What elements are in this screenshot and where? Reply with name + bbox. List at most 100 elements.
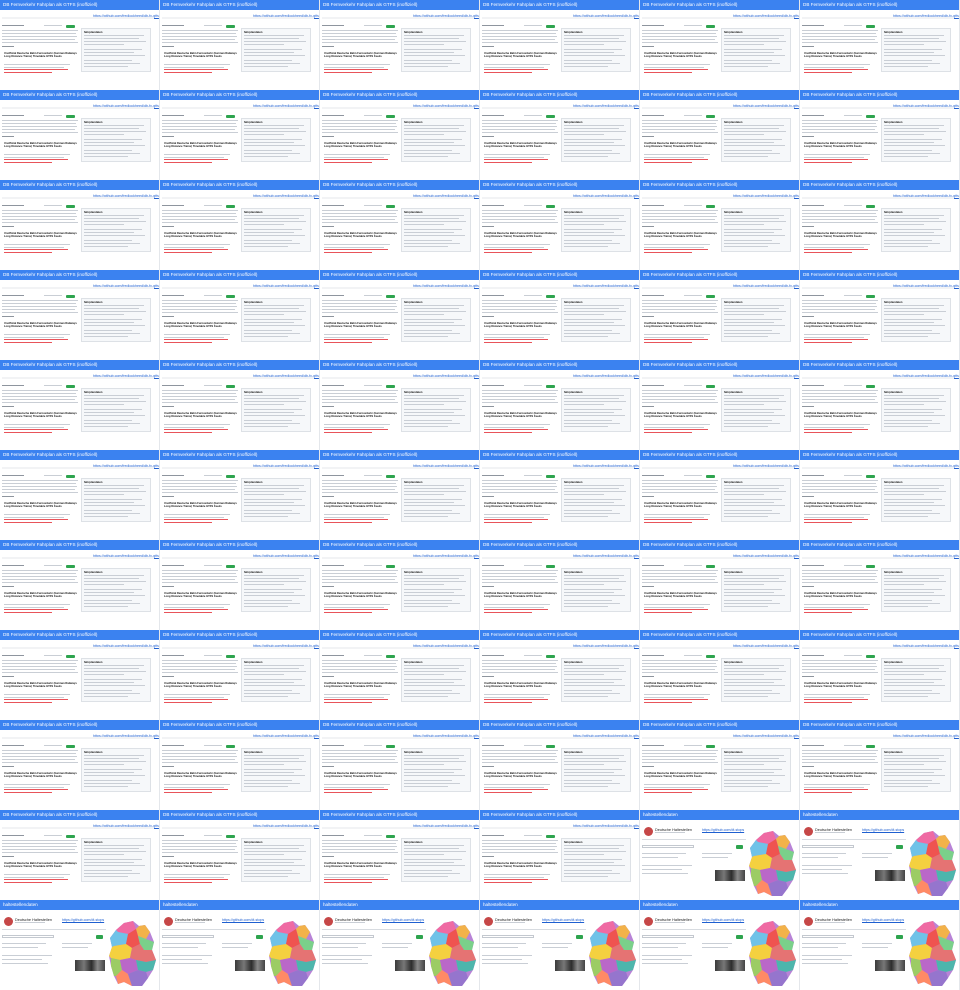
code-button[interactable] — [546, 25, 555, 28]
repo-preview-card[interactable]: DB Fernverkehr Fahrplan als GTFS (inoffi… — [160, 540, 320, 630]
org-link[interactable]: https://github.com/dt-stops — [222, 918, 264, 922]
card-title[interactable]: DB Fernverkehr Fahrplan als GTFS (inoffi… — [160, 180, 319, 190]
card-title[interactable]: DB Fernverkehr Fahrplan als GTFS (inoffi… — [800, 90, 959, 100]
card-title[interactable]: DB Fernverkehr Fahrplan als GTFS (inoffi… — [160, 450, 319, 460]
code-button[interactable] — [866, 295, 875, 298]
code-button[interactable] — [866, 385, 875, 388]
card-title[interactable]: haltestellendaten — [480, 900, 639, 910]
repo-preview-card[interactable]: DB Fernverkehr Fahrplan als GTFS (inoffi… — [0, 0, 160, 90]
code-button[interactable] — [706, 745, 715, 748]
repo-preview-card[interactable]: DB Fernverkehr Fahrplan als GTFS (inoffi… — [640, 720, 800, 810]
code-button[interactable] — [866, 745, 875, 748]
card-title[interactable]: DB Fernverkehr Fahrplan als GTFS (inoffi… — [480, 180, 639, 190]
card-title[interactable]: DB Fernverkehr Fahrplan als GTFS (inoffi… — [160, 720, 319, 730]
card-title[interactable]: DB Fernverkehr Fahrplan als GTFS (inoffi… — [0, 90, 159, 100]
code-button[interactable] — [866, 25, 875, 28]
card-title[interactable]: DB Fernverkehr Fahrplan als GTFS (inoffi… — [320, 540, 479, 550]
card-title[interactable]: DB Fernverkehr Fahrplan als GTFS (inoffi… — [480, 630, 639, 640]
code-button[interactable] — [66, 475, 75, 478]
card-title[interactable]: DB Fernverkehr Fahrplan als GTFS (inoffi… — [640, 0, 799, 10]
repo-preview-card[interactable]: DB Fernverkehr Fahrplan als GTFS (inoffi… — [160, 450, 320, 540]
card-title[interactable]: DB Fernverkehr Fahrplan als GTFS (inoffi… — [320, 270, 479, 280]
code-button[interactable] — [546, 475, 555, 478]
card-title[interactable]: DB Fernverkehr Fahrplan als GTFS (inoffi… — [0, 630, 159, 640]
repo-preview-card[interactable]: DB Fernverkehr Fahrplan als GTFS (inoffi… — [160, 0, 320, 90]
org-link[interactable]: https://github.com/dt-stops — [702, 828, 744, 832]
org-link[interactable]: https://github.com/dt-stops — [862, 918, 904, 922]
code-button[interactable] — [866, 115, 875, 118]
repo-preview-card[interactable]: DB Fernverkehr Fahrplan als GTFS (inoffi… — [320, 450, 480, 540]
code-button[interactable] — [386, 115, 395, 118]
card-title[interactable]: DB Fernverkehr Fahrplan als GTFS (inoffi… — [160, 360, 319, 370]
card-title[interactable]: DB Fernverkehr Fahrplan als GTFS (inoffi… — [160, 90, 319, 100]
code-button[interactable] — [866, 205, 875, 208]
card-title[interactable]: DB Fernverkehr Fahrplan als GTFS (inoffi… — [320, 360, 479, 370]
org-link[interactable]: https://github.com/dt-stops — [542, 918, 584, 922]
org-preview-card[interactable]: haltestellendaten Deutsche Haltestellen … — [640, 810, 800, 900]
new-repo-button[interactable] — [896, 935, 903, 939]
card-title[interactable]: DB Fernverkehr Fahrplan als GTFS (inoffi… — [480, 540, 639, 550]
card-title[interactable]: DB Fernverkehr Fahrplan als GTFS (inoffi… — [480, 0, 639, 10]
code-button[interactable] — [706, 295, 715, 298]
code-button[interactable] — [66, 115, 75, 118]
repo-preview-card[interactable]: DB Fernverkehr Fahrplan als GTFS (inoffi… — [0, 450, 160, 540]
card-title[interactable]: DB Fernverkehr Fahrplan als GTFS (inoffi… — [320, 810, 479, 820]
card-title[interactable]: DB Fernverkehr Fahrplan als GTFS (inoffi… — [160, 270, 319, 280]
code-button[interactable] — [706, 115, 715, 118]
code-button[interactable] — [546, 565, 555, 568]
repo-preview-card[interactable]: DB Fernverkehr Fahrplan als GTFS (inoffi… — [640, 0, 800, 90]
code-button[interactable] — [706, 25, 715, 28]
card-title[interactable]: DB Fernverkehr Fahrplan als GTFS (inoffi… — [800, 360, 959, 370]
repo-preview-card[interactable]: DB Fernverkehr Fahrplan als GTFS (inoffi… — [160, 90, 320, 180]
repo-preview-card[interactable]: DB Fernverkehr Fahrplan als GTFS (inoffi… — [160, 630, 320, 720]
card-title[interactable]: DB Fernverkehr Fahrplan als GTFS (inoffi… — [640, 360, 799, 370]
repo-preview-card[interactable]: DB Fernverkehr Fahrplan als GTFS (inoffi… — [800, 180, 960, 270]
repo-search-input[interactable] — [322, 935, 374, 938]
repo-preview-card[interactable]: DB Fernverkehr Fahrplan als GTFS (inoffi… — [0, 540, 160, 630]
code-button[interactable] — [226, 295, 235, 298]
repo-preview-card[interactable]: DB Fernverkehr Fahrplan als GTFS (inoffi… — [800, 720, 960, 810]
repo-preview-card[interactable]: DB Fernverkehr Fahrplan als GTFS (inoffi… — [640, 90, 800, 180]
card-title[interactable]: DB Fernverkehr Fahrplan als GTFS (inoffi… — [640, 180, 799, 190]
org-preview-card[interactable]: haltestellendaten Deutsche Haltestellen … — [160, 900, 320, 990]
code-button[interactable] — [226, 475, 235, 478]
repo-search-input[interactable] — [482, 935, 534, 938]
card-title[interactable]: DB Fernverkehr Fahrplan als GTFS (inoffi… — [800, 630, 959, 640]
repo-preview-card[interactable]: DB Fernverkehr Fahrplan als GTFS (inoffi… — [320, 630, 480, 720]
repo-search-input[interactable] — [642, 935, 694, 938]
repo-preview-card[interactable]: DB Fernverkehr Fahrplan als GTFS (inoffi… — [0, 810, 160, 900]
repo-preview-card[interactable]: DB Fernverkehr Fahrplan als GTFS (inoffi… — [640, 360, 800, 450]
card-title[interactable]: DB Fernverkehr Fahrplan als GTFS (inoffi… — [0, 270, 159, 280]
code-button[interactable] — [386, 205, 395, 208]
card-title[interactable]: DB Fernverkehr Fahrplan als GTFS (inoffi… — [320, 90, 479, 100]
org-link[interactable]: https://github.com/dt-stops — [702, 918, 744, 922]
new-repo-button[interactable] — [416, 935, 423, 939]
repo-preview-card[interactable]: DB Fernverkehr Fahrplan als GTFS (inoffi… — [480, 540, 640, 630]
card-title[interactable]: DB Fernverkehr Fahrplan als GTFS (inoffi… — [640, 90, 799, 100]
code-button[interactable] — [546, 205, 555, 208]
card-title[interactable]: DB Fernverkehr Fahrplan als GTFS (inoffi… — [160, 810, 319, 820]
repo-preview-card[interactable]: DB Fernverkehr Fahrplan als GTFS (inoffi… — [0, 270, 160, 360]
card-title[interactable]: haltestellendaten — [0, 900, 159, 910]
org-preview-card[interactable]: haltestellendaten Deutsche Haltestellen … — [800, 900, 960, 990]
code-button[interactable] — [226, 565, 235, 568]
org-preview-card[interactable]: haltestellendaten Deutsche Haltestellen … — [640, 900, 800, 990]
repo-preview-card[interactable]: DB Fernverkehr Fahrplan als GTFS (inoffi… — [800, 0, 960, 90]
code-button[interactable] — [546, 655, 555, 658]
card-title[interactable]: DB Fernverkehr Fahrplan als GTFS (inoffi… — [0, 0, 159, 10]
code-button[interactable] — [546, 295, 555, 298]
code-button[interactable] — [386, 565, 395, 568]
org-preview-card[interactable]: haltestellendaten Deutsche Haltestellen … — [0, 900, 160, 990]
code-button[interactable] — [706, 205, 715, 208]
card-title[interactable]: DB Fernverkehr Fahrplan als GTFS (inoffi… — [0, 180, 159, 190]
repo-preview-card[interactable]: DB Fernverkehr Fahrplan als GTFS (inoffi… — [480, 360, 640, 450]
repo-preview-card[interactable]: DB Fernverkehr Fahrplan als GTFS (inoffi… — [0, 720, 160, 810]
card-title[interactable]: DB Fernverkehr Fahrplan als GTFS (inoffi… — [160, 630, 319, 640]
code-button[interactable] — [226, 385, 235, 388]
repo-preview-card[interactable]: DB Fernverkehr Fahrplan als GTFS (inoffi… — [480, 720, 640, 810]
code-button[interactable] — [546, 835, 555, 838]
card-title[interactable]: haltestellendaten — [800, 900, 959, 910]
card-title[interactable]: DB Fernverkehr Fahrplan als GTFS (inoffi… — [160, 540, 319, 550]
repo-preview-card[interactable]: DB Fernverkehr Fahrplan als GTFS (inoffi… — [160, 270, 320, 360]
card-title[interactable]: DB Fernverkehr Fahrplan als GTFS (inoffi… — [320, 450, 479, 460]
